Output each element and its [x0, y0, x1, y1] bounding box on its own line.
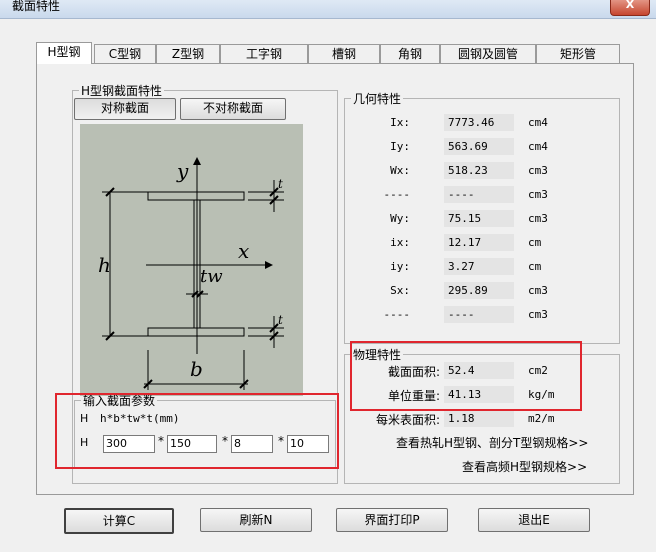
geometry-label: Iy:: [390, 140, 410, 153]
geometry-value: ----: [444, 186, 514, 203]
h-label: h: [98, 253, 111, 277]
print-button[interactable]: 界面打印P: [336, 508, 448, 532]
physical-label: 每米表面积:: [375, 413, 440, 427]
geometry-label: ----: [383, 188, 411, 201]
geometry-value: 518.23: [444, 162, 514, 179]
h-section-drawing: y x h b tw t t: [98, 157, 284, 390]
tab-angle[interactable]: 角钢: [380, 44, 440, 64]
geometry-value: 7773.46: [444, 114, 514, 131]
refresh-button[interactable]: 刷新N: [200, 508, 312, 532]
calculate-button[interactable]: 计算C: [64, 508, 174, 534]
window-title: 截面特性: [12, 0, 61, 13]
tab-z-steel[interactable]: Z型钢: [156, 44, 220, 64]
geometry-unit: cm: [528, 260, 542, 273]
title-bar: 截面特性 X: [0, 0, 656, 19]
geometry-label: Wx:: [390, 164, 410, 177]
geometry-label: Wy:: [390, 212, 410, 225]
h-section-diagram: y x h b tw t t: [80, 124, 303, 396]
geometry-label: ix:: [390, 236, 410, 249]
tab-c-steel[interactable]: C型钢: [94, 44, 156, 64]
geometry-label: ----: [383, 308, 411, 321]
highlight-box-physical: [350, 341, 582, 411]
geometry-legend: 几何特性: [353, 92, 402, 106]
highlight-box-input: [55, 393, 339, 469]
symmetric-section-button[interactable]: 对称截面: [74, 98, 176, 120]
geometry-value: 3.27: [444, 258, 514, 275]
geometry-label: Ix:: [390, 116, 410, 129]
geometry-value: 75.15: [444, 210, 514, 227]
geometry-unit: cm4: [528, 140, 548, 153]
geometry-value: 563.69: [444, 138, 514, 155]
geometry-value: 12.17: [444, 234, 514, 251]
t-label-bottom: t: [278, 313, 283, 327]
physical-value: 1.18: [444, 410, 514, 427]
geometry-value: ----: [444, 306, 514, 323]
geometry-unit: cm3: [528, 164, 548, 177]
close-button[interactable]: X: [610, 0, 650, 16]
x-axis-label: x: [238, 239, 249, 263]
hot-rolled-spec-link[interactable]: 查看热轧H型钢、剖分T型钢规格>>: [396, 434, 588, 451]
tab-channel[interactable]: 槽钢: [308, 44, 380, 64]
geometry-unit: cm3: [528, 284, 548, 297]
geometry-label: iy:: [390, 260, 410, 273]
geometry-unit: cm4: [528, 116, 548, 129]
asymmetric-section-button[interactable]: 不对称截面: [180, 98, 286, 120]
physical-unit: m2/m: [528, 412, 555, 425]
t-label-top: t: [278, 177, 283, 191]
high-freq-spec-link[interactable]: 查看高频H型钢规格>>: [462, 458, 587, 475]
exit-button[interactable]: 退出E: [478, 508, 590, 532]
tab-i-beam[interactable]: 工字钢: [220, 44, 308, 64]
section-props-legend: H型钢截面特性: [81, 84, 163, 98]
geometry-label: Sx:: [390, 284, 410, 297]
geometry-unit: cm3: [528, 308, 548, 321]
tab-round[interactable]: 圆钢及圆管: [440, 44, 536, 64]
geometry-unit: cm3: [528, 188, 548, 201]
tab-rect-tube[interactable]: 矩形管: [536, 44, 620, 64]
tab-h-steel[interactable]: H型钢: [36, 42, 92, 64]
geometry-unit: cm3: [528, 212, 548, 225]
tw-label: tw: [200, 266, 223, 287]
geometry-value: 295.89: [444, 282, 514, 299]
geometry-unit: cm: [528, 236, 542, 249]
y-axis-label: y: [176, 159, 189, 183]
b-label: b: [190, 357, 203, 381]
